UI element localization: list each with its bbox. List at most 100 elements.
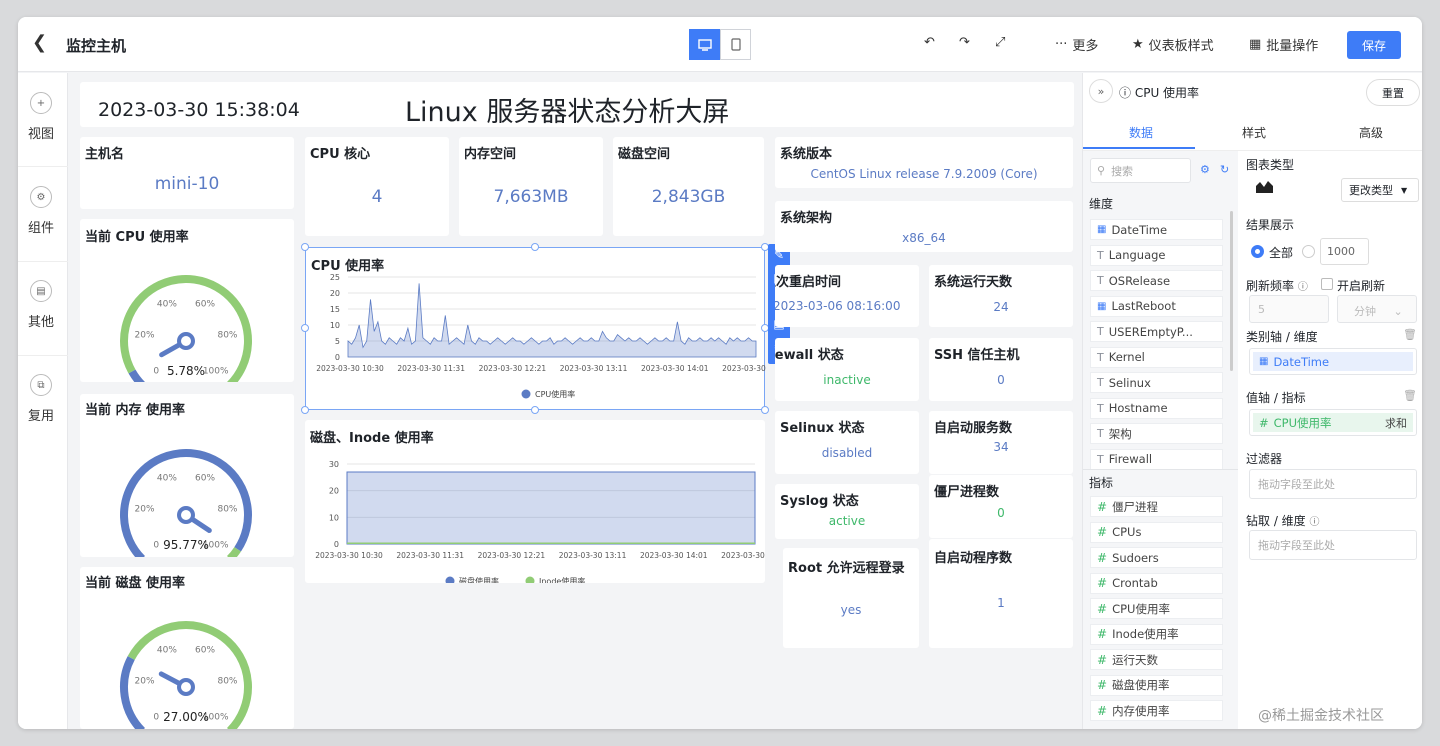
gauge-card-memory[interactable]: 当前 内存 使用率 0 20% 40% 60% 80% 100% 95.77%: [80, 394, 294, 557]
gauge-card-cpu[interactable]: 当前 CPU 使用率 0 20% 40% 60% 80% 100% 5.78%: [80, 219, 294, 382]
field-item[interactable]: T Firewall: [1090, 448, 1223, 470]
field-item[interactable]: T Language: [1090, 244, 1223, 266]
scrollbar[interactable]: [1230, 211, 1233, 371]
search-input[interactable]: ⚲ 搜索: [1090, 158, 1191, 183]
resize-handle[interactable]: [761, 406, 769, 414]
refresh-label: 刷新频率 ⓘ: [1246, 277, 1308, 294]
cpu-core-card[interactable]: CPU 核心 4: [305, 137, 449, 236]
hostname-card[interactable]: 主机名 mini-10: [80, 137, 294, 209]
field-item[interactable]: T Kernel: [1090, 346, 1223, 368]
redo-button[interactable]: ↷: [959, 35, 970, 50]
field-item[interactable]: # 运行天数: [1090, 649, 1223, 670]
reboot-card[interactable]: 上次重启时间 2023-03-06 08:16:00: [775, 265, 919, 327]
dashboard-style-button[interactable]: ★ 仪表板样式: [1132, 35, 1214, 54]
trash-icon[interactable]: 🗑: [1403, 328, 1417, 341]
category-field[interactable]: ▦ DateTime: [1253, 352, 1413, 371]
card-title: 内存空间: [464, 147, 517, 162]
back-arrow-icon[interactable]: ❮: [32, 32, 47, 53]
search-placeholder: 搜索: [1111, 164, 1134, 178]
os-card[interactable]: 系统版本 CentOS Linux release 7.9.2009 (Core…: [775, 137, 1073, 188]
resize-handle[interactable]: [301, 324, 309, 332]
field-item[interactable]: T OSRelease: [1090, 270, 1223, 291]
syslog-card[interactable]: Syslog 状态 active: [775, 484, 919, 539]
gauge-card-disk[interactable]: 当前 磁盘 使用率 0 20% 40% 60% 80% 100% 27.00%: [80, 567, 294, 729]
firewall-card[interactable]: Firewall 状态 inactive: [775, 338, 919, 401]
autostart-program-card[interactable]: 自启动程序数 1: [929, 539, 1073, 648]
aggregation-label[interactable]: 求和: [1385, 415, 1407, 431]
disk-chart-card[interactable]: 磁盘、Inode 使用率 0 10 20 30 2023-03-30 10:30 2023…: [305, 420, 765, 583]
field-item[interactable]: T Hostname: [1090, 397, 1223, 419]
desktop-view-button[interactable]: [689, 29, 720, 60]
gauge-tick-label: 20%: [135, 676, 155, 686]
memory-card[interactable]: 内存空间 7,663MB: [459, 137, 603, 236]
resize-handle[interactable]: [301, 406, 309, 414]
field-item[interactable]: T 架构: [1090, 423, 1223, 444]
disk-card[interactable]: 磁盘空间 2,843GB: [613, 137, 764, 236]
field-item[interactable]: T USEREmptyP...: [1090, 321, 1223, 342]
field-item[interactable]: # Sudoers: [1090, 547, 1223, 568]
gauge-tick-label: 20%: [135, 330, 155, 340]
refresh-value-input[interactable]: 5: [1249, 295, 1329, 323]
field-item[interactable]: # CPU使用率: [1090, 598, 1223, 619]
nav-item-component[interactable]: ⚙ 组件: [18, 186, 64, 236]
tab-style[interactable]: 样式: [1242, 124, 1266, 141]
radio-all[interactable]: [1251, 245, 1264, 258]
settings-icon[interactable]: ⚙: [1200, 163, 1210, 176]
save-button[interactable]: 保存: [1347, 31, 1401, 59]
field-label: 磁盘使用率: [1112, 678, 1170, 692]
field-item[interactable]: # 内存使用率: [1090, 700, 1223, 721]
nav-item-view[interactable]: + 视图: [18, 92, 64, 142]
autostart-service-card[interactable]: 自启动服务数 34: [929, 411, 1073, 474]
auto-refresh-checkbox[interactable]: [1321, 278, 1333, 290]
root-login-card[interactable]: Root 允许远程登录 yes: [783, 548, 919, 648]
field-item[interactable]: ▦ LastReboot: [1090, 295, 1223, 317]
category-drop-zone[interactable]: ▦ DateTime: [1249, 348, 1417, 375]
more-button[interactable]: ··· 更多: [1055, 35, 1098, 54]
cpu-chart-card[interactable]: CPU 使用率 0 5 10 15 20 25 2023-03-30 10:30 2023-0…: [305, 247, 766, 410]
radio-limit[interactable]: [1302, 245, 1315, 258]
zombie-card[interactable]: 僵尸进程数 0: [929, 475, 1073, 538]
field-item[interactable]: # Crontab: [1090, 572, 1223, 594]
ssh-card[interactable]: SSH 信任主机 0: [929, 338, 1073, 401]
field-label: Kernel: [1108, 350, 1145, 364]
nav-item-reuse[interactable]: ⧉ 复用: [18, 374, 64, 424]
gauge-tick-label: 0: [153, 367, 159, 377]
nav-item-other[interactable]: ▤ 其他: [18, 280, 64, 330]
drill-drop-zone[interactable]: 拖动字段至此处: [1249, 530, 1417, 560]
selinux-card[interactable]: Selinux 状态 disabled: [775, 411, 919, 474]
area-chart-icon[interactable]: [1255, 178, 1275, 194]
fullscreen-button[interactable]: ⤢: [995, 35, 1005, 50]
field-item[interactable]: # Inode使用率: [1090, 623, 1223, 645]
value-drop-zone[interactable]: # CPU使用率 求和: [1249, 409, 1417, 436]
filter-drop-zone[interactable]: 拖动字段至此处: [1249, 469, 1417, 499]
hash-icon: #: [1097, 678, 1108, 692]
resize-handle[interactable]: [531, 406, 539, 414]
limit-input[interactable]: 1000: [1320, 238, 1369, 265]
resize-handle[interactable]: [301, 243, 309, 251]
refresh-unit-select[interactable]: 分钟 ⌄: [1337, 295, 1417, 323]
field-item[interactable]: # 僵尸进程: [1090, 496, 1223, 517]
batch-button[interactable]: ▦ 批量操作: [1249, 35, 1318, 54]
tab-data[interactable]: 数据: [1129, 124, 1153, 141]
undo-button[interactable]: ↶: [924, 35, 935, 50]
field-item[interactable]: # 磁盘使用率: [1090, 674, 1223, 696]
x-tick-label: 2023-03-30 14:01: [640, 551, 708, 560]
uptime-card[interactable]: 系统运行天数 24: [929, 265, 1073, 327]
cpu-area-chart: 0 5 10 15 20 25 2023-03-30 10:30 2023-03-30 11:…: [316, 273, 766, 399]
value-field[interactable]: # CPU使用率 求和: [1253, 413, 1413, 432]
title-card[interactable]: 2023-03-30 15:38:04 Linux 服务器状态分析大屏: [80, 82, 1074, 128]
field-item[interactable]: ▦ DateTime: [1090, 219, 1223, 240]
dims-label: 维度: [1089, 197, 1114, 211]
refresh-icon[interactable]: ↻: [1220, 163, 1229, 176]
card-value: 0: [997, 506, 1005, 520]
field-item[interactable]: T Selinux: [1090, 372, 1223, 393]
tab-advanced[interactable]: 高级: [1359, 124, 1383, 141]
reset-button[interactable]: 重置: [1366, 79, 1420, 106]
trash-icon[interactable]: 🗑: [1403, 389, 1417, 402]
mobile-view-button[interactable]: [720, 29, 751, 60]
change-type-select[interactable]: 更改类型 ▼: [1341, 178, 1419, 202]
field-item[interactable]: # CPUs: [1090, 521, 1223, 543]
collapse-icon[interactable]: »: [1089, 79, 1113, 103]
arch-card[interactable]: 系统架构 x86_64: [775, 201, 1073, 252]
resize-handle[interactable]: [531, 243, 539, 251]
